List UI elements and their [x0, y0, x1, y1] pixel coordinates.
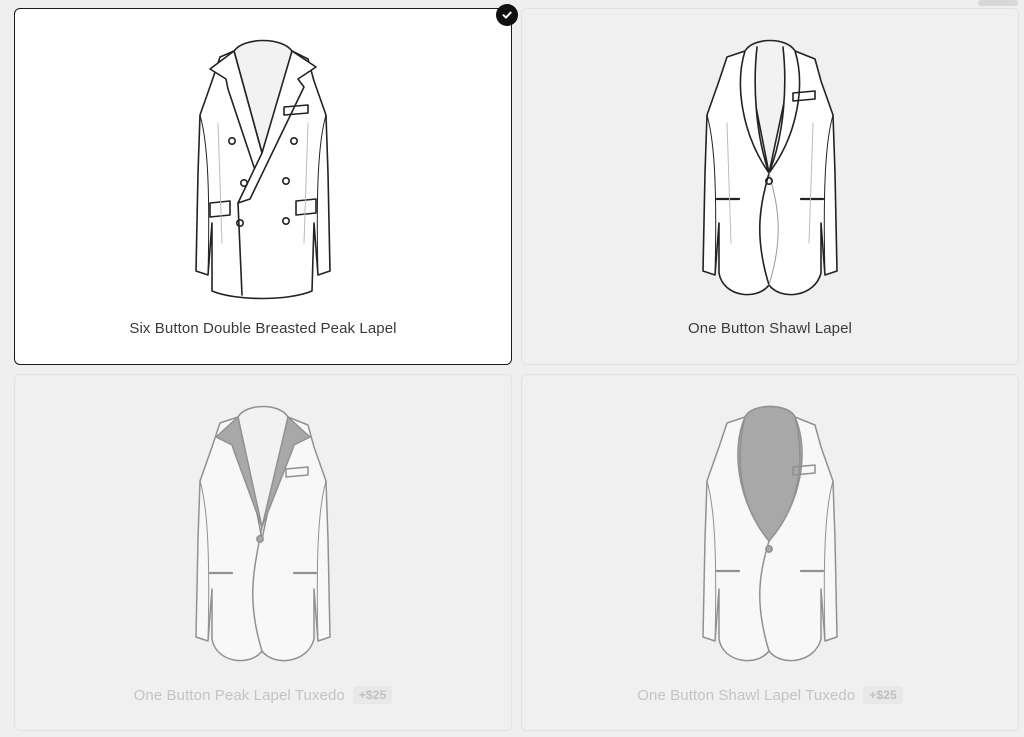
option-label-row: Six Button Double Breasted Peak Lapel: [15, 320, 511, 337]
lapel-option-peak-tuxedo: One Button Peak Lapel Tuxedo +$25: [14, 374, 512, 731]
scroll-indicator: [978, 0, 1018, 6]
option-label: Six Button Double Breasted Peak Lapel: [129, 320, 397, 337]
lapel-option-double-breasted-peak[interactable]: Six Button Double Breasted Peak Lapel: [14, 4, 518, 365]
option-label-row: One Button Shawl Lapel Tuxedo +$25: [522, 686, 1018, 704]
option-label-row: One Button Shawl Lapel: [522, 320, 1018, 337]
option-label: One Button Shawl Lapel: [688, 320, 852, 337]
price-badge: +$25: [863, 686, 903, 704]
lapel-options-grid: Six Button Double Breasted Peak Lapel On…: [14, 4, 1019, 732]
jacket-shawl-lapel-illustration: [702, 39, 838, 296]
price-badge: +$25: [352, 686, 393, 704]
option-label: One Button Shawl Lapel Tuxedo: [637, 687, 856, 704]
option-label-row: One Button Peak Lapel Tuxedo +$25: [15, 686, 511, 704]
jacket-peak-tuxedo-illustration: [195, 405, 331, 662]
checkmark-icon: [496, 4, 518, 26]
lapel-option-shawl-tuxedo: One Button Shawl Lapel Tuxedo +$25: [521, 374, 1019, 731]
jacket-shawl-tuxedo-illustration: [702, 405, 838, 662]
lapel-option-one-button-shawl[interactable]: One Button Shawl Lapel: [521, 8, 1019, 365]
option-label: One Button Peak Lapel Tuxedo: [133, 687, 345, 704]
jacket-double-breasted-illustration: [195, 39, 331, 300]
